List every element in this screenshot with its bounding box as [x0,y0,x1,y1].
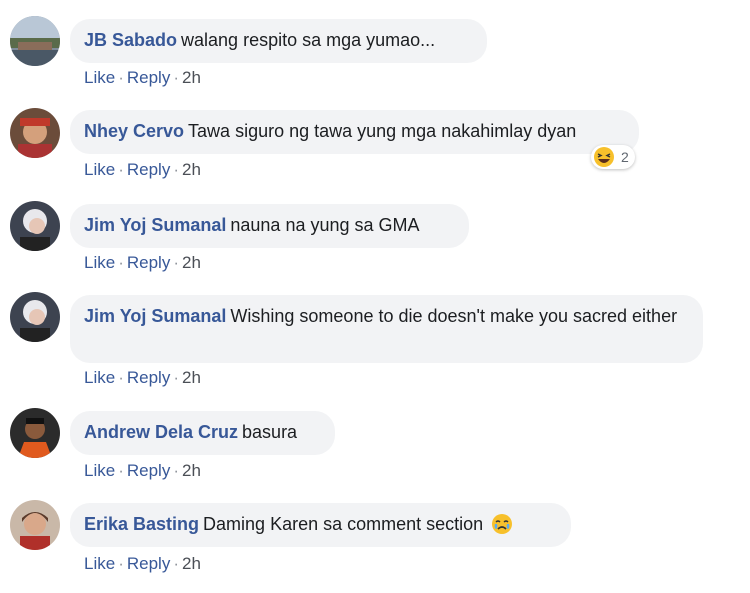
crying-emoji-icon [492,513,513,534]
like-link[interactable]: Like [84,368,115,387]
like-link[interactable]: Like [84,461,115,480]
separator: · [118,253,124,272]
like-link[interactable]: Like [84,253,115,272]
comment-text: Wishing someone to die doesn't make you … [230,306,678,326]
comment-author[interactable]: Jim Yoj Sumanal [84,306,226,326]
comment-actions: Like · Reply · 2h [84,160,201,180]
timestamp[interactable]: 2h [182,253,201,272]
separator: · [118,554,124,573]
separator: · [173,461,179,480]
separator: · [118,368,124,387]
reply-link[interactable]: Reply [127,368,170,387]
comment-actions: Like · Reply · 2h [84,253,201,273]
comment-author[interactable]: Erika Basting [84,514,199,534]
comment-author[interactable]: JB Sabado [84,30,177,50]
separator: · [173,554,179,573]
comment-text: nauna na yung sa GMA [230,215,420,235]
reply-link[interactable]: Reply [127,68,170,87]
comment-bubble: Erika Basting Daming Karen sa comment sec… [70,503,571,547]
separator: · [173,253,179,272]
comment-actions: Like · Reply · 2h [84,554,201,574]
timestamp[interactable]: 2h [182,461,201,480]
comment-author[interactable]: Jim Yoj Sumanal [84,215,226,235]
comment-actions: Like · Reply · 2h [84,461,201,481]
separator: · [118,68,124,87]
like-link[interactable]: Like [84,160,115,179]
comment-bubble: JB Sabado walang respito sa mga yumao... [70,19,487,63]
avatar[interactable] [10,108,60,158]
reply-link[interactable]: Reply [127,253,170,272]
reaction-summary[interactable]: 2 [591,145,635,169]
like-link[interactable]: Like [84,554,115,573]
comment-text: walang respito sa mga yumao... [181,30,436,50]
avatar[interactable] [10,16,60,66]
separator: · [118,461,124,480]
comment-bubble: Jim Yoj Sumanal nauna na yung sa GMA [70,204,469,248]
timestamp[interactable]: 2h [182,160,201,179]
separator: · [118,160,124,179]
separator: · [173,68,179,87]
comment-author[interactable]: Nhey Cervo [84,121,184,141]
reply-link[interactable]: Reply [127,160,170,179]
avatar[interactable] [10,201,60,251]
comment-text: Tawa siguro ng tawa yung mga nakahimlay … [188,121,577,141]
separator: · [173,160,179,179]
separator: · [173,368,179,387]
avatar[interactable] [10,292,60,342]
comment-text: Daming Karen sa comment section [203,514,484,534]
timestamp[interactable]: 2h [182,68,201,87]
comment-text: basura [242,422,298,442]
comment-author[interactable]: Andrew Dela Cruz [84,422,238,442]
timestamp[interactable]: 2h [182,368,201,387]
laughing-emoji-icon [594,147,614,167]
comment-actions: Like · Reply · 2h [84,68,201,88]
reply-link[interactable]: Reply [127,554,170,573]
avatar[interactable] [10,500,60,550]
like-link[interactable]: Like [84,68,115,87]
comment-bubble: Jim Yoj Sumanal Wishing someone to die do… [70,295,703,363]
comment-bubble: Andrew Dela Cruz basura [70,411,335,455]
avatar[interactable] [10,408,60,458]
comment-actions: Like · Reply · 2h [84,368,201,388]
comment-bubble: Nhey Cervo Tawa siguro ng tawa yung mga n… [70,110,639,154]
timestamp[interactable]: 2h [182,554,201,573]
reply-link[interactable]: Reply [127,461,170,480]
reaction-count: 2 [621,149,629,165]
